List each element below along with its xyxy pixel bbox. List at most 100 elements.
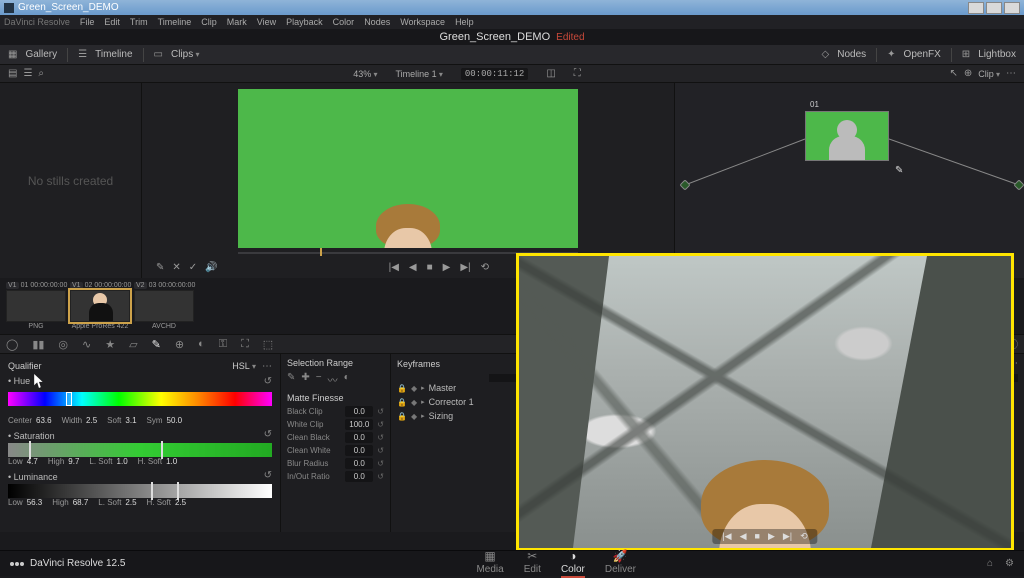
star-icon[interactable]: ★ bbox=[105, 338, 115, 351]
node-options-icon[interactable]: ⋯ bbox=[1006, 68, 1016, 79]
finesse-clean-black[interactable]: Clean Black0.0↺ bbox=[287, 432, 384, 443]
home-icon[interactable]: ⌂ bbox=[987, 558, 993, 569]
pv-next-icon[interactable]: ▶| bbox=[783, 531, 792, 542]
clips-dropdown[interactable]: Clips bbox=[171, 49, 199, 60]
feather-icon[interactable]: 〰 bbox=[328, 372, 338, 387]
menu-nodes[interactable]: Nodes bbox=[364, 17, 390, 27]
lum-reset-icon[interactable]: ↺ bbox=[264, 470, 272, 484]
pv-prev-icon[interactable]: ◀ bbox=[740, 531, 747, 542]
loop-icon[interactable]: ⟲ bbox=[481, 262, 489, 273]
finesse-blur-radius[interactable]: Blur Radius0.0↺ bbox=[287, 458, 384, 469]
viewer-zoom[interactable]: 43% bbox=[353, 69, 377, 79]
menu-help[interactable]: Help bbox=[455, 17, 474, 27]
tool-a-icon[interactable]: ⊕ bbox=[964, 68, 972, 79]
qualifier-options-icon[interactable]: ⋯ bbox=[262, 361, 272, 372]
openfx-toggle[interactable]: OpenFX bbox=[904, 49, 941, 60]
key-icon[interactable]: ⚿ bbox=[219, 338, 227, 351]
luminance-strip[interactable] bbox=[8, 484, 272, 498]
finesse-clean-white[interactable]: Clean White0.0↺ bbox=[287, 445, 384, 456]
settings-gear-icon[interactable]: ⚙ bbox=[1005, 558, 1014, 569]
nodes-toggle[interactable]: Nodes bbox=[837, 49, 866, 60]
window-icon[interactable]: ▱ bbox=[129, 338, 137, 351]
hue-reset-icon[interactable]: ↺ bbox=[264, 376, 272, 387]
viewer-reject-icon[interactable]: ✕ bbox=[172, 262, 180, 273]
maximize-button[interactable] bbox=[986, 2, 1002, 14]
lightbox-toggle[interactable]: Lightbox bbox=[978, 49, 1016, 60]
play-icon[interactable]: ▶ bbox=[443, 262, 451, 273]
close-window-button[interactable] bbox=[1004, 2, 1020, 14]
clips-icon[interactable]: ▭ bbox=[154, 49, 163, 60]
3d-icon[interactable]: ⬚ bbox=[263, 338, 273, 351]
clip-thumb-03[interactable]: V20300:00:00:00 AVCHD bbox=[134, 280, 194, 332]
pv-stop-icon[interactable]: ■ bbox=[755, 531, 760, 542]
page-color[interactable]: ◑Color bbox=[561, 549, 585, 578]
gallery-icon[interactable]: ▦ bbox=[8, 49, 17, 60]
menu-trim[interactable]: Trim bbox=[130, 17, 148, 27]
timeline-dropdown[interactable]: Timeline 1 bbox=[395, 69, 442, 79]
menu-playback[interactable]: Playback bbox=[286, 17, 323, 27]
stop-icon[interactable]: ■ bbox=[427, 262, 433, 273]
viewer-accept-icon[interactable]: ✓ bbox=[189, 262, 197, 273]
page-edit[interactable]: ✂Edit bbox=[524, 549, 541, 578]
prev-frame-icon[interactable]: ◀ bbox=[409, 262, 417, 273]
tracker-icon[interactable]: ⊕ bbox=[175, 338, 184, 351]
clip-thumb-02[interactable]: V10200:00:00:00 Apple ProRes 422 bbox=[70, 280, 130, 332]
qualifier-tool-icon[interactable]: ✎ bbox=[152, 338, 161, 351]
stills-view-icon[interactable]: ▤ bbox=[8, 68, 17, 79]
menu-edit[interactable]: Edit bbox=[104, 17, 120, 27]
menu-color[interactable]: Color bbox=[333, 17, 355, 27]
playhead[interactable] bbox=[320, 248, 322, 256]
finesse-black-clip[interactable]: Black Clip0.0↺ bbox=[287, 406, 384, 417]
page-deliver[interactable]: 🚀Deliver bbox=[605, 549, 636, 578]
node-01[interactable]: 01 bbox=[805, 111, 889, 161]
page-media[interactable]: ▦Media bbox=[476, 549, 503, 578]
viewer-image[interactable] bbox=[238, 89, 578, 248]
openfx-icon[interactable]: ✦ bbox=[887, 49, 895, 60]
menu-timeline[interactable]: Timeline bbox=[158, 17, 192, 27]
sizing-icon[interactable]: ⛶ bbox=[241, 338, 249, 351]
search-icon[interactable]: ⌕ bbox=[38, 68, 44, 79]
hue-strip[interactable] bbox=[8, 392, 272, 412]
sat-reset-icon[interactable]: ↺ bbox=[264, 429, 272, 443]
first-frame-icon[interactable]: |◀ bbox=[389, 262, 399, 273]
pv-play-icon[interactable]: ▶ bbox=[768, 531, 775, 542]
menu-workspace[interactable]: Workspace bbox=[400, 17, 445, 27]
timeline-icon[interactable]: ☰ bbox=[78, 49, 87, 60]
menu-clip[interactable]: Clip bbox=[201, 17, 217, 27]
clip-thumb-01[interactable]: V10100:00:00:00 PNG bbox=[6, 280, 66, 332]
node-graph-panel[interactable]: 01 ✎ bbox=[674, 83, 1024, 278]
minimize-button[interactable] bbox=[968, 2, 984, 14]
viewer-dualbtn-icon[interactable]: ◫ bbox=[546, 68, 555, 79]
finesse-in-out-ratio[interactable]: In/Out Ratio0.0↺ bbox=[287, 471, 384, 482]
nodes-icon[interactable]: ◇ bbox=[822, 49, 830, 60]
node-clip-dropdown[interactable]: Clip bbox=[978, 69, 1000, 79]
finesse-white-clip[interactable]: White Clip100.0↺ bbox=[287, 419, 384, 430]
eyedropper-icon[interactable]: ✎ bbox=[287, 372, 295, 387]
menu-mark[interactable]: Mark bbox=[227, 17, 247, 27]
viewer-timecode[interactable]: 00:00:11:12 bbox=[461, 68, 528, 80]
mute-icon[interactable]: 🔊 bbox=[205, 262, 217, 273]
eyedropper-minus-icon[interactable]: − bbox=[316, 372, 322, 387]
pv-first-icon[interactable]: |◀ bbox=[722, 531, 731, 542]
bars-icon[interactable]: ▮▮ bbox=[32, 338, 44, 351]
eyedropper-plus-icon[interactable]: ✚ bbox=[301, 372, 309, 387]
node-edit-icon[interactable]: ✎ bbox=[895, 165, 903, 176]
pv-loop-icon[interactable]: ⟲ bbox=[800, 531, 808, 542]
qualifier-mode[interactable]: HSL bbox=[232, 361, 256, 371]
next-frame-icon[interactable]: ▶| bbox=[460, 262, 470, 273]
blur-icon[interactable]: ◐ bbox=[198, 338, 205, 350]
saturation-strip[interactable] bbox=[8, 443, 272, 457]
timeline-toggle[interactable]: Timeline bbox=[95, 49, 132, 60]
picker-icon[interactable]: ✎ bbox=[156, 262, 164, 273]
invert-icon[interactable]: ◐ bbox=[344, 372, 350, 387]
menu-file[interactable]: File bbox=[80, 17, 95, 27]
wheels-icon[interactable]: ◯ bbox=[6, 338, 18, 351]
lightbox-icon[interactable]: ⊞ bbox=[962, 49, 970, 60]
list-view-icon[interactable]: ☰ bbox=[23, 68, 32, 79]
curves-icon[interactable]: ∿ bbox=[82, 338, 91, 351]
gallery-toggle[interactable]: Gallery bbox=[25, 49, 57, 60]
menu-davinci-resolve[interactable]: DaVinci Resolve bbox=[4, 17, 70, 27]
menu-view[interactable]: View bbox=[257, 17, 276, 27]
curves-target-icon[interactable]: ◎ bbox=[58, 338, 68, 351]
viewer-expand-icon[interactable]: ⛶ bbox=[574, 68, 581, 79]
